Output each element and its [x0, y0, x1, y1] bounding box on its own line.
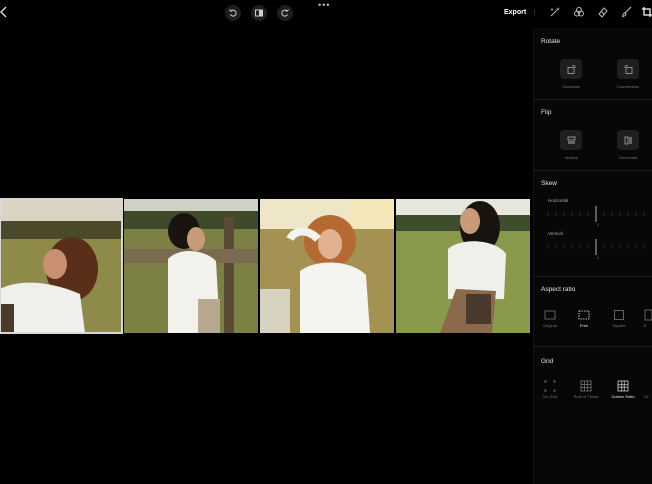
- grid-thirds-label: Rule of Thirds: [573, 394, 599, 399]
- grid-more-label: Gr: [644, 394, 649, 399]
- rotate-counterclockwise-icon: [623, 64, 632, 74]
- photo-1[interactable]: [0, 198, 123, 334]
- skew-horizontal-label: Horizontal: [548, 198, 569, 203]
- golden-ratio-icon: [617, 380, 629, 392]
- rotate-clockwise-button[interactable]: [560, 59, 582, 79]
- aspect-story-label: S: [643, 323, 647, 328]
- grid-golden-label: Golden Ratio: [611, 394, 635, 399]
- aspect-square-label: Square: [612, 323, 626, 328]
- rotate-title: Rotate: [541, 38, 561, 45]
- divider: [534, 346, 652, 347]
- flip-vertical-icon: [567, 136, 575, 144]
- photo-3[interactable]: [260, 199, 394, 333]
- flip-horizontal-button[interactable]: [617, 130, 639, 150]
- crop-icon[interactable]: [640, 5, 652, 19]
- flip-title: Flip: [541, 109, 552, 116]
- flip-vertical-label: Vertical: [564, 155, 578, 160]
- photo-2[interactable]: [124, 199, 258, 333]
- back-icon[interactable]: [0, 6, 10, 20]
- skew-vertical-value: 0: [597, 256, 599, 260]
- skew-title: Skew: [541, 180, 557, 187]
- more-dots[interactable]: •••: [318, 0, 330, 10]
- no-grid-icon: [544, 380, 556, 392]
- palette-icon[interactable]: [572, 5, 586, 19]
- rotate-counterclockwise-label: Counterwise: [616, 84, 640, 89]
- export-button[interactable]: Export: [504, 9, 526, 16]
- aspect-free-option[interactable]: [578, 308, 590, 320]
- compare-button[interactable]: [251, 5, 267, 21]
- rotate-clockwise-label: Clockwise: [561, 84, 580, 89]
- eraser-icon[interactable]: [596, 5, 610, 19]
- redo-icon: [281, 9, 289, 17]
- flip-horizontal-label: Horizontal: [618, 155, 637, 160]
- top-bar: ••• Export ⋮: [0, 0, 652, 28]
- divider: [534, 276, 652, 277]
- rotate-counterclockwise-button[interactable]: [617, 59, 639, 79]
- more-vertical-icon[interactable]: ⋮: [531, 9, 538, 17]
- aspect-square-option[interactable]: [613, 308, 625, 320]
- undo-icon: [229, 9, 237, 17]
- compare-icon: [255, 9, 263, 17]
- divider: [534, 170, 652, 171]
- tool-panel: Rotate Clockwise Counterwise Flip Vertic…: [533, 28, 652, 484]
- undo-button[interactable]: [225, 5, 241, 21]
- aspect-free-label: Free: [579, 323, 589, 328]
- free-ratio-icon: [578, 310, 590, 320]
- grid-title: Grid: [541, 358, 554, 365]
- story-ratio-icon: [644, 309, 652, 321]
- original-ratio-icon: [544, 310, 556, 320]
- redo-button[interactable]: [277, 5, 293, 21]
- grid-none-option[interactable]: [544, 379, 556, 392]
- flip-horizontal-icon: [624, 136, 632, 144]
- skew-horizontal-slider[interactable]: [544, 206, 648, 222]
- divider: [534, 99, 652, 100]
- aspect-ratio-title: Aspect ratio: [541, 286, 576, 293]
- rotate-clockwise-icon: [567, 64, 576, 74]
- rule-of-thirds-icon: [580, 380, 592, 392]
- skew-vertical-label: Vertical: [548, 231, 563, 236]
- photo-4[interactable]: [396, 199, 530, 333]
- grid-thirds-option[interactable]: [580, 379, 592, 392]
- brush-icon[interactable]: [620, 5, 634, 19]
- aspect-original-option[interactable]: [544, 308, 556, 320]
- magic-icon[interactable]: [548, 5, 562, 19]
- skew-horizontal-value: 0: [597, 223, 599, 227]
- grid-none-label: No Grid: [543, 394, 557, 399]
- grid-golden-option[interactable]: [617, 379, 629, 392]
- skew-vertical-slider[interactable]: [544, 239, 648, 255]
- flip-vertical-button[interactable]: [560, 130, 582, 150]
- aspect-original-label: Original: [543, 323, 557, 328]
- aspect-story-option[interactable]: [644, 308, 652, 321]
- square-ratio-icon: [614, 310, 624, 320]
